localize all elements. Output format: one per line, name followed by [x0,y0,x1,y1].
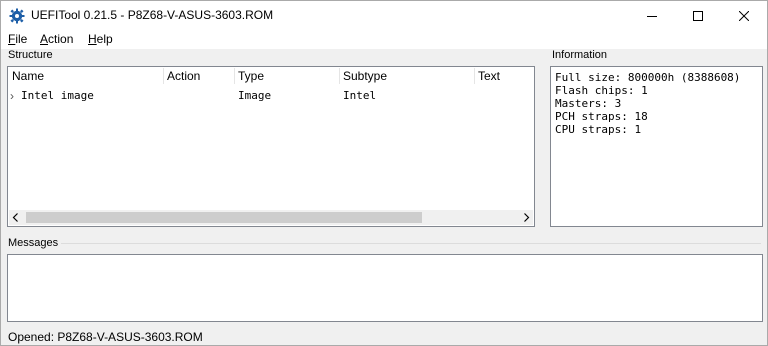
column-header-action[interactable]: Action [163,67,234,86]
scrollbar-thumb[interactable] [26,212,422,223]
column-header-text[interactable]: Text [474,67,534,86]
information-group-label: Information [552,49,608,61]
close-button[interactable] [721,1,767,30]
maximize-button[interactable] [675,1,721,30]
messages-group-label: Messages [8,237,59,249]
maximize-icon [693,10,703,21]
divider [61,243,761,244]
minimize-button[interactable] [629,1,675,30]
column-header-name[interactable]: Name [8,67,164,86]
structure-group-label: Structure [8,49,53,61]
chevron-left-icon[interactable] [12,213,20,222]
row-name: Intel image [21,89,94,102]
info-line: Flash chips: 1 [555,84,648,97]
window-title: UEFITool 0.21.5 - P8Z68-V-ASUS-3603.ROM [31,8,274,22]
chevron-right-icon[interactable] [522,213,530,222]
menu-help[interactable]: Help [88,32,113,46]
row-type: Image [238,89,272,102]
messages-list[interactable] [7,254,763,322]
app-window: UEFITool 0.21.5 - P8Z68-V-ASUS-3603.ROM … [0,0,768,346]
structure-tree[interactable]: Name Action Type Subtype Text › Intel im… [7,66,535,227]
menu-file[interactable]: File [8,32,27,46]
info-line: Masters: 3 [555,97,622,110]
menu-action[interactable]: Action [40,32,73,46]
gear-icon [9,8,25,24]
info-line: Full size: 800000h (8388608) [555,71,741,84]
horizontal-scrollbar[interactable] [9,210,533,225]
status-text: Opened: P8Z68-V-ASUS-3603.ROM [8,330,203,344]
table-row[interactable]: › Intel image Image Intel [8,89,534,104]
close-icon [739,10,749,21]
status-bar: Opened: P8Z68-V-ASUS-3603.ROM [1,327,767,345]
column-header-subtype[interactable]: Subtype [339,67,474,86]
minimize-icon [647,15,657,17]
information-panel[interactable]: Full size: 800000h (8388608) Flash chips… [550,66,763,227]
row-subtype: Intel [343,89,377,102]
chevron-right-icon[interactable]: › [10,89,14,103]
column-header-type[interactable]: Type [234,67,339,86]
info-line: PCH straps: 18 [555,110,648,123]
menu-bar: File Action Help [1,30,767,49]
info-line: CPU straps: 1 [555,123,642,136]
title-bar[interactable]: UEFITool 0.21.5 - P8Z68-V-ASUS-3603.ROM [1,1,767,30]
